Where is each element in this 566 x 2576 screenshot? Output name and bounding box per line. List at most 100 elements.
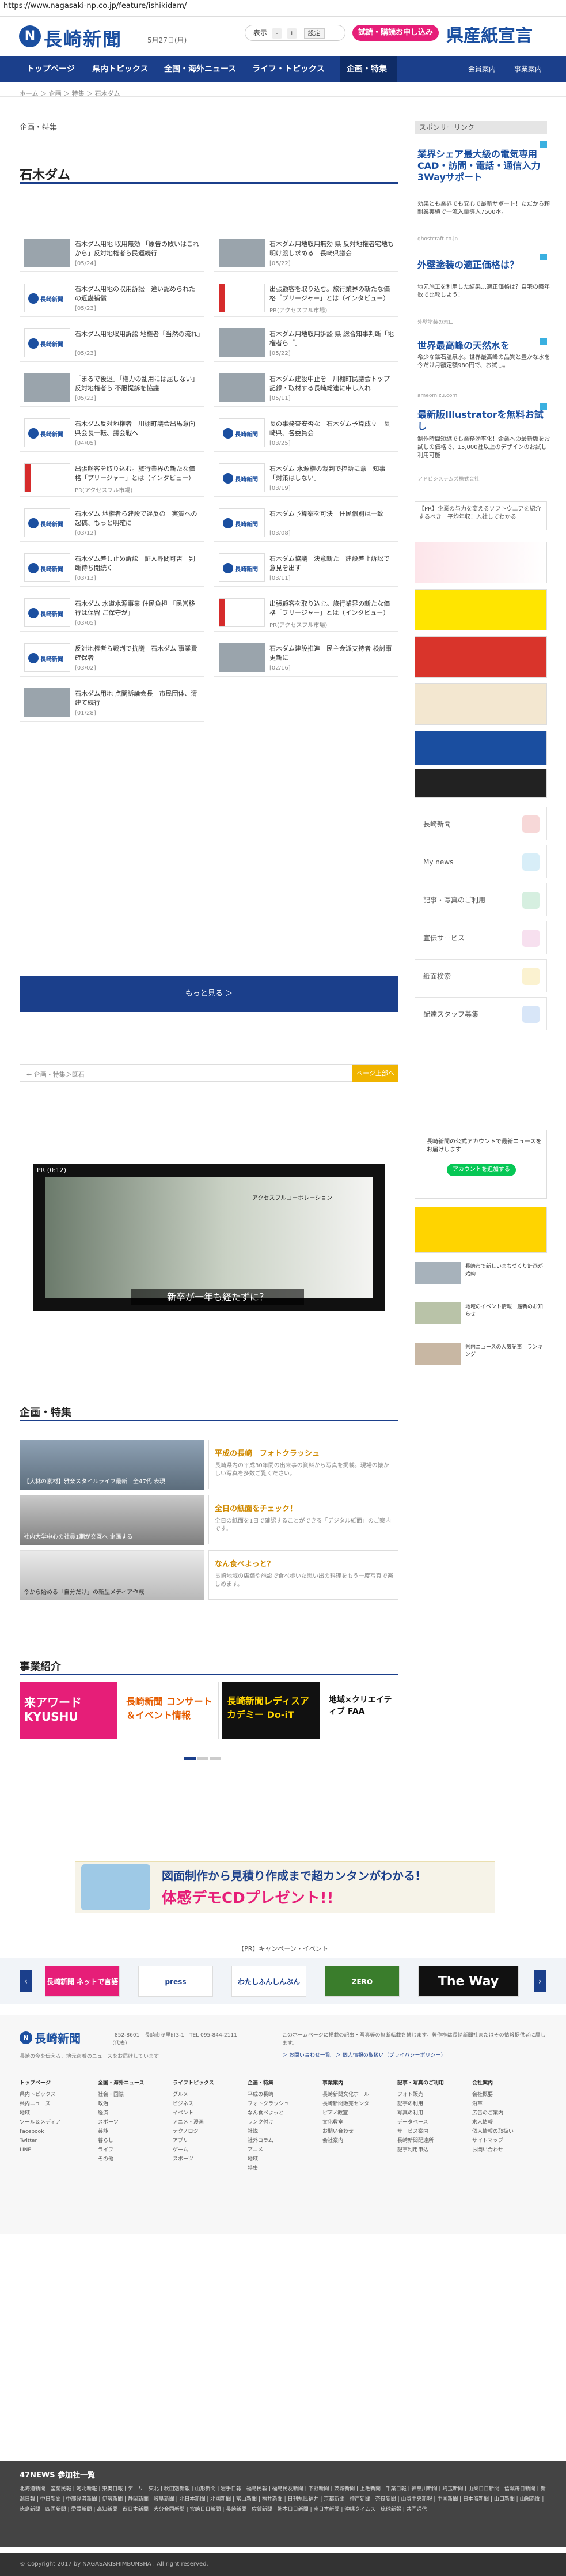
pr-logo-2[interactable]: press xyxy=(138,1966,213,1997)
nav-national-news[interactable]: 全国・海外ニュース xyxy=(164,56,245,82)
article-thumbnail[interactable] xyxy=(24,239,70,267)
side-menu-mynews[interactable]: My news xyxy=(415,845,547,878)
article-thumbnail[interactable] xyxy=(219,508,265,537)
footer-link-item[interactable]: テクノロジー xyxy=(173,2127,242,2136)
font-size-minus-button[interactable]: - xyxy=(271,28,282,39)
article-title[interactable]: 石木ダム用地の収用訴訟 違い認められたの近畿補償 xyxy=(75,285,200,303)
article-thumbnail[interactable] xyxy=(24,643,70,672)
article-title[interactable]: 石木ダム建設中止を 川棚町民議会トップ記録・取材する長崎総連に申し入れ xyxy=(269,375,395,393)
article-item[interactable]: 石木ダム予算案を可決 住民個別は一致 [03/08] xyxy=(214,503,398,542)
feature-card-1[interactable]: 【大林の素材】雅楽スタイルライフ最新 全47代 表現 xyxy=(20,1440,204,1490)
footer-link-item[interactable]: 地域 xyxy=(20,2109,89,2118)
article-item[interactable]: 石木ダム差し止め訴訟 証人尋問可否 判断待ち開続く [03/13] xyxy=(20,547,204,587)
article-item[interactable]: 石木ダム用地収用訴訟 地権者「当然の流れ」 [05/23] xyxy=(20,323,204,362)
site-logo[interactable]: 長崎新聞 xyxy=(44,25,122,51)
article-item[interactable]: 反対地権者ら裁判で抗議 石木ダム 事業費確保者 [03/02] xyxy=(20,637,204,677)
footer-link-item[interactable]: 記事の利用 xyxy=(397,2099,466,2109)
article-thumbnail[interactable] xyxy=(24,284,70,312)
footer-link-item[interactable]: 県内トピックス xyxy=(20,2090,89,2099)
article-thumbnail[interactable] xyxy=(219,328,265,357)
footer-column-head[interactable]: 記事・写真のご利用 xyxy=(397,2079,466,2088)
font-size-set-button[interactable]: 設定 xyxy=(303,28,325,39)
footer-link-item[interactable]: 社会・国際 xyxy=(98,2090,167,2099)
ad-title-3[interactable]: 世界最高峰の天然水を xyxy=(417,340,547,352)
article-item[interactable]: 石木ダム協議 決意新た 建設差止訴訟で意見を出す [03/11] xyxy=(214,547,398,587)
article-title[interactable]: 石木ダム反対地権者 川棚町議会出馬意向 県会長一転、議会戦へ xyxy=(75,420,202,438)
footer-links[interactable]: ＞ お問い合わせ一覧 ＞ 個人情報の取扱い（プライバシーポリシー） xyxy=(282,2051,446,2058)
side-menu-ad-service[interactable]: 宣伝サービス xyxy=(415,921,547,954)
side-banner-campaign[interactable] xyxy=(415,589,547,630)
footer-link-item[interactable]: サイトマップ xyxy=(472,2136,541,2146)
footer-link-item[interactable]: 特集 xyxy=(248,2164,317,2173)
side-list-item-1[interactable]: 長崎市で新しいまちづくり計画が始動 xyxy=(415,1262,547,1286)
footer-link-item[interactable]: スポーツ xyxy=(98,2118,167,2127)
breadcrumb[interactable]: ホーム ＞ 企画 ＞ 特集 ＞ 石木ダム xyxy=(20,89,120,98)
browser-url[interactable]: https://www.nagasaki-np.co.jp/feature/is… xyxy=(3,0,187,13)
side-banner-web[interactable] xyxy=(415,769,547,798)
ad-title-1[interactable]: 業界シェア最大級の電気専用CAD・訪問・電話・通信入力3Wayサポート xyxy=(417,149,547,183)
article-title[interactable]: 石木ダム協議 決意新た 建設差止訴訟で意見を出す xyxy=(269,554,395,573)
nav-member[interactable]: 会員案内 xyxy=(461,61,503,77)
footer-link-item[interactable]: フォトクラッシュ xyxy=(248,2099,317,2109)
footer-link-item[interactable]: イベント xyxy=(173,2109,242,2118)
footer-link-item[interactable]: 芸能 xyxy=(98,2127,167,2136)
footer-link-item[interactable]: 長崎新聞文化ホール xyxy=(322,2090,392,2099)
ad-title-2[interactable]: 外壁塗装の適正価格は？ xyxy=(417,259,547,271)
footer-column-head[interactable]: 全国・海外ニュース xyxy=(98,2079,167,2088)
footer-link-item[interactable]: 記事利用申込 xyxy=(397,2146,466,2155)
article-thumbnail[interactable] xyxy=(219,598,265,627)
nav-feature[interactable]: 企画・特集 xyxy=(340,56,397,82)
side-banner-ranking[interactable] xyxy=(415,1207,547,1253)
article-thumbnail[interactable] xyxy=(24,553,70,582)
footer-column-head[interactable]: 会社案内 xyxy=(472,2079,541,2088)
article-thumbnail[interactable] xyxy=(24,418,70,447)
nav-life-topics[interactable]: ライフ・トピックス xyxy=(252,56,339,82)
video-ad[interactable]: PR (0:12) アクセスフルコーポレーション 新卒が一年も経たずに？ xyxy=(33,1164,385,1311)
article-thumbnail[interactable] xyxy=(24,463,70,492)
side-banner-nagasaki-omiyage[interactable] xyxy=(415,636,547,678)
article-thumbnail[interactable] xyxy=(219,418,265,447)
ad-src-1[interactable]: ghostcraft.co.jp xyxy=(417,236,458,242)
biz-banner-concert[interactable]: 長崎新聞 コンサート＆イベント情報 xyxy=(121,1682,219,1739)
side-banner-recruit[interactable] xyxy=(415,731,547,765)
pr-logo-1[interactable]: 長崎新聞 ネットで言語 xyxy=(45,1966,120,1997)
feature-card-2[interactable]: 社内大学中心の社員1期が交互へ 企画する xyxy=(20,1495,204,1545)
pr-logo-3[interactable]: わたしふんしんぶん xyxy=(231,1966,306,1997)
side-menu-search[interactable]: 紙面検索 xyxy=(415,959,547,992)
footer-link-item[interactable]: LINE xyxy=(20,2146,89,2155)
article-item[interactable]: 石木ダム用地 点閲訴論会長 市民団体、清建て続行 [01/28] xyxy=(20,682,204,722)
footer-link-item[interactable]: 平成の長崎 xyxy=(248,2090,317,2099)
font-size-plus-button[interactable]: + xyxy=(286,28,297,39)
pr-logo-5[interactable]: The Way xyxy=(418,1966,519,1997)
article-thumbnail[interactable] xyxy=(24,373,70,402)
ad-title-4[interactable]: 最新版Illustratorを無料お試し xyxy=(417,409,547,432)
line-add-button[interactable]: アカウントを追加する xyxy=(447,1164,516,1176)
article-item[interactable]: 石木ダム 水道水源事業 住民負担 「民営移行は保留 ご保守が」 [03/05] xyxy=(20,592,204,632)
footer-link-item[interactable]: アニメ xyxy=(248,2146,317,2155)
article-item[interactable]: 出張顧客を取り込む。旅行業界の新たな価格「プリージャー」とは（インタビュー） PR… xyxy=(214,278,398,317)
side-list-item-3[interactable]: 県内ニュースの人気記事 ランキング xyxy=(415,1343,547,1367)
side-list-item-2[interactable]: 地域のイベント情報 最新のお知らせ xyxy=(415,1302,547,1327)
footer-link-item[interactable]: 長崎新聞販売センター xyxy=(322,2099,392,2109)
article-title[interactable]: 石木ダム予算案を可決 住民個別は一致 xyxy=(269,509,395,519)
footer-link-item[interactable]: 長崎新聞配達所 xyxy=(397,2136,466,2146)
pr-logo-4[interactable]: ZERO xyxy=(325,1966,400,1997)
article-thumbnail[interactable] xyxy=(219,373,265,402)
article-item[interactable]: 石木ダム用地の収用訴訟 違い認められたの近畿補償 [05/23] xyxy=(20,278,204,317)
article-title[interactable]: 石木ダム用地収用訴訟 地権者「当然の流れ」 xyxy=(75,330,204,339)
footer-column-head[interactable]: ライフトピックス xyxy=(173,2079,242,2088)
footer-link-item[interactable]: ランク付け xyxy=(248,2118,317,2127)
ken-sanshi-logo[interactable]: 県産紙宣言 xyxy=(446,21,533,47)
footer-link-item[interactable]: サービス案内 xyxy=(397,2127,466,2136)
article-item[interactable]: 石木ダム 水源権の裁判で控訴に意 知事「対策はしない」 [03/19] xyxy=(214,458,398,497)
video-frame[interactable]: アクセスフルコーポレーション 新卒が一年も経たずに？ xyxy=(45,1177,373,1305)
footer-link-item[interactable]: なん食べよっと xyxy=(248,2109,317,2118)
article-item[interactable]: 石木ダム反対地権者 川棚町議会出馬意向 県会長一転、議会戦へ [04/05] xyxy=(20,413,204,452)
article-title[interactable]: 石木ダム建設推進 民主会派支持者 検討事 更新に xyxy=(269,644,398,663)
news47-links[interactable]: 北海道新聞 | 室蘭民報 | 河北新報 | 東奥日報 | デーリー東北 | 秋田… xyxy=(20,2484,546,2515)
footer-link-item[interactable]: データベース xyxy=(397,2118,466,2127)
page-top-button[interactable]: ページ上部へ xyxy=(352,1065,398,1082)
footer-link-item[interactable]: その他 xyxy=(98,2155,167,2164)
article-item[interactable]: 長の事務査安否な 石木ダム予算成立 長崎県、各委員会 [03/25] xyxy=(214,413,398,452)
article-item[interactable]: 石木ダム 地権者ら建設で違反の 実質への起稿、もっと明確に [03/12] xyxy=(20,503,204,542)
